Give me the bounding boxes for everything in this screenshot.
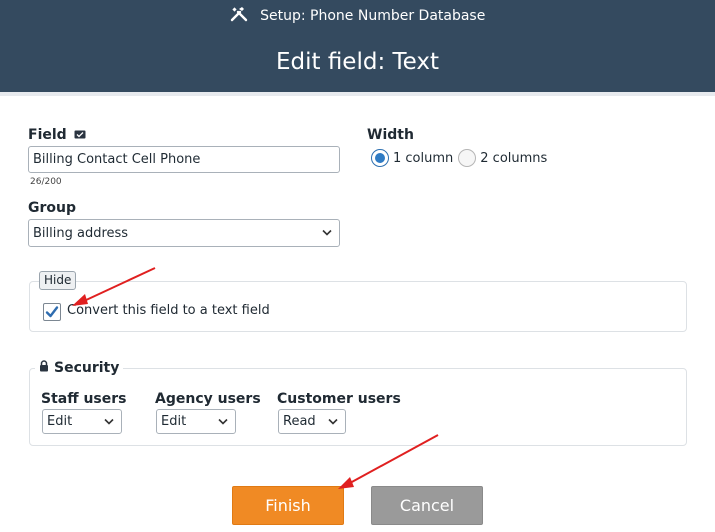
annotation-arrows (72, 267, 439, 489)
annotation-arrow-checkbox (72, 267, 156, 306)
annotation-arrow-finish (338, 434, 439, 489)
